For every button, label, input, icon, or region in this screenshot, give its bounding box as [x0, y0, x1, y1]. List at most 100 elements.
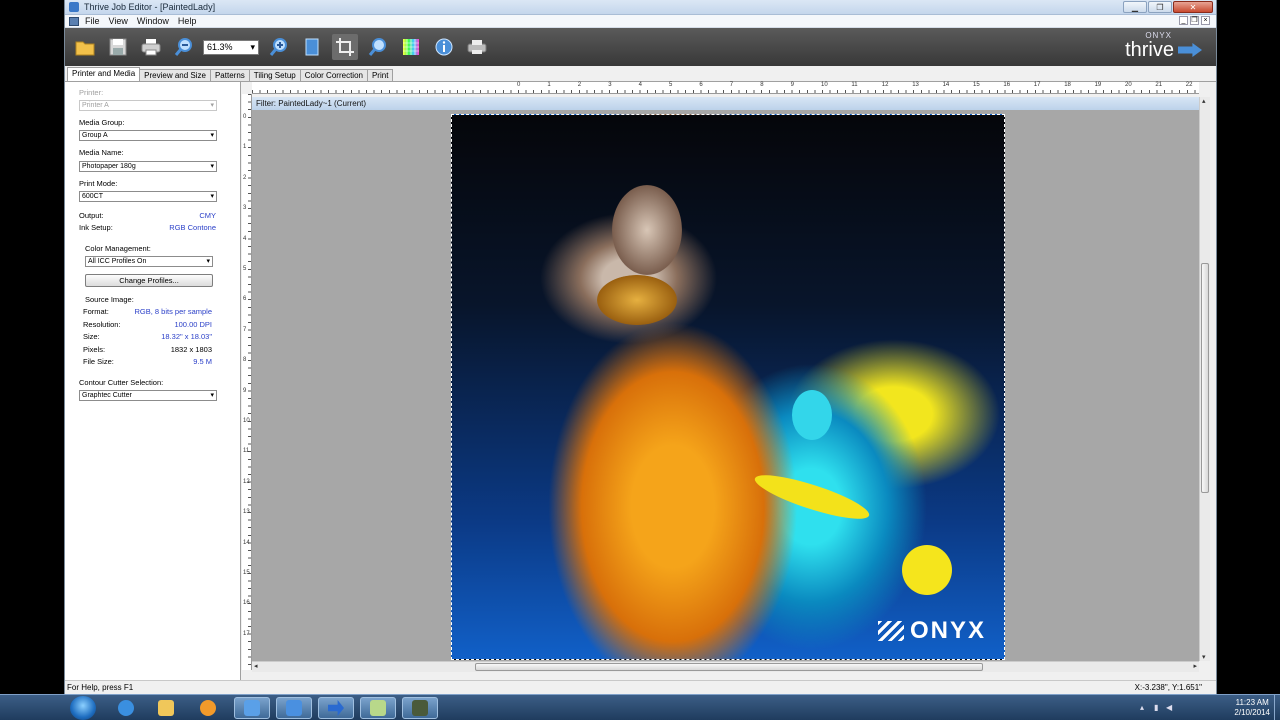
- horizontal-scrollbar[interactable]: ◂ ▸: [252, 661, 1199, 672]
- print-mode-select[interactable]: 600CT: [79, 191, 217, 202]
- change-profiles-button[interactable]: Change Profiles...: [85, 274, 213, 287]
- tab-tiling-setup[interactable]: Tiling Setup: [248, 69, 301, 81]
- printer-label: Printer:: [79, 88, 104, 97]
- file-explorer-icon[interactable]: [148, 697, 184, 719]
- printer-select[interactable]: Printer A: [79, 100, 217, 111]
- output-label: Output:: [79, 211, 104, 220]
- tab-color-correction[interactable]: Color Correction: [299, 69, 368, 81]
- ruler-top-number: 10: [821, 82, 828, 88]
- crop-icon[interactable]: [332, 34, 358, 60]
- document-icon[interactable]: [69, 16, 79, 26]
- ruler-top-number: 0: [517, 82, 521, 88]
- thrive-queue-icon[interactable]: [276, 697, 312, 719]
- scroll-left-icon[interactable]: ◂: [254, 662, 258, 670]
- gold-necklace: [597, 275, 677, 325]
- brand-logo: ONYX thrive: [1125, 31, 1202, 60]
- clock-date: 2/10/2014: [1234, 708, 1270, 717]
- ruler-top-number: 13: [912, 82, 919, 88]
- show-desktop-button[interactable]: [1274, 695, 1280, 720]
- thrive-job-editor-icon[interactable]: [234, 697, 270, 719]
- resolution-label: Resolution:: [83, 320, 121, 329]
- settings-panel: Printer: Printer A Media Group: Group A …: [65, 82, 241, 680]
- internet-explorer-icon[interactable]: [108, 697, 144, 719]
- ruler-left-number: 3: [243, 205, 247, 212]
- close-button[interactable]: ✕: [1173, 1, 1213, 13]
- ruler-left-number: 1: [243, 144, 247, 151]
- doc-close-button[interactable]: ×: [1201, 16, 1210, 25]
- document-controls: _ ❐ ×: [1179, 16, 1210, 25]
- filter-bar: Filter: PaintedLady~1 (Current): [252, 97, 1199, 110]
- ruler-left-number: 16: [243, 600, 250, 607]
- start-button[interactable]: [70, 696, 96, 720]
- printer-queue-icon[interactable]: [464, 34, 490, 60]
- minimize-button[interactable]: ▁: [1123, 1, 1147, 13]
- open-folder-icon[interactable]: [72, 34, 98, 60]
- horizontal-scroll-thumb[interactable]: [475, 663, 983, 671]
- ruler-corner: [242, 82, 252, 94]
- menu-view[interactable]: View: [109, 16, 128, 26]
- network-icon[interactable]: ▮: [1154, 703, 1158, 712]
- zoom-value: 61.3%: [207, 42, 233, 52]
- scroll-right-icon[interactable]: ▸: [1193, 662, 1197, 670]
- tab-preview-and-size[interactable]: Preview and Size: [139, 69, 211, 81]
- menu-file[interactable]: File: [85, 16, 100, 26]
- ruler-left-number: 12: [243, 478, 250, 485]
- ruler-left-number: 5: [243, 266, 247, 272]
- notes-icon[interactable]: [360, 697, 396, 719]
- tab-patterns[interactable]: Patterns: [209, 69, 250, 81]
- cursor-coordinates: X:-3.238", Y:1.651": [1134, 683, 1202, 692]
- vertical-scrollbar[interactable]: ▴ ▾: [1199, 97, 1210, 661]
- ruler-left-number: 6: [243, 296, 247, 303]
- vertical-scroll-thumb[interactable]: [1201, 263, 1209, 493]
- image-canvas[interactable]: ONYX: [252, 110, 1199, 661]
- maximize-button[interactable]: ❐: [1148, 1, 1172, 13]
- source-image-label: Source Image:: [85, 295, 134, 304]
- print-icon[interactable]: [138, 34, 164, 60]
- window-title: Thrive Job Editor - [PaintedLady]: [84, 2, 216, 12]
- page-fit-icon[interactable]: [299, 34, 325, 60]
- ruler-top-number: 15: [973, 82, 980, 88]
- menu-window[interactable]: Window: [137, 16, 169, 26]
- magnifier-icon[interactable]: [365, 34, 391, 60]
- onyx-logo-icon: [877, 621, 904, 641]
- ruler-top-number: 19: [1094, 82, 1102, 88]
- format-label: Format:: [83, 307, 109, 316]
- onyx-arrow-icon[interactable]: [318, 697, 354, 719]
- ruler-top-number: 6: [699, 82, 703, 88]
- media-name-select[interactable]: Photopaper 180g: [79, 161, 217, 172]
- menu-help[interactable]: Help: [178, 16, 197, 26]
- color-management-select[interactable]: All ICC Profiles On: [85, 256, 213, 267]
- toolbar: 61.3% ▾ ONYX thrive: [65, 28, 1216, 66]
- tab-printer-and-media[interactable]: Printer and Media: [67, 67, 141, 81]
- zoom-in-icon[interactable]: [266, 34, 292, 60]
- ruler-top-number: 2: [577, 82, 582, 88]
- format-value: RGB, 8 bits per sample: [134, 307, 212, 316]
- volume-icon[interactable]: ◀: [1166, 703, 1172, 712]
- artwork-image[interactable]: ONYX: [451, 114, 1005, 660]
- tab-print[interactable]: Print: [366, 69, 394, 81]
- portrait-face: [612, 185, 682, 275]
- ruler-top-number: 11: [851, 82, 858, 88]
- ruler-top-number: 18: [1064, 82, 1071, 88]
- clock[interactable]: 11:23 AM 2/10/2014: [1234, 698, 1270, 718]
- ruler-top-number: 20: [1125, 82, 1132, 88]
- ruler-top-number: 12: [881, 82, 889, 88]
- doc-restore-button[interactable]: ❐: [1190, 16, 1199, 25]
- scroll-up-icon[interactable]: ▴: [1202, 97, 1206, 105]
- save-icon[interactable]: [105, 34, 131, 60]
- device-icon[interactable]: [402, 697, 438, 719]
- info-icon[interactable]: [431, 34, 457, 60]
- color-grid-icon[interactable]: [398, 34, 424, 60]
- doc-minimize-button[interactable]: _: [1179, 16, 1188, 25]
- zoom-combo[interactable]: 61.3% ▾: [203, 39, 259, 55]
- ruler-left-number: 2: [243, 174, 247, 181]
- tray-expand-icon[interactable]: ▴: [1140, 703, 1144, 712]
- help-hint: For Help, press F1: [67, 683, 134, 692]
- system-tray: ▴ ▮ ◀ 11:23 AM 2/10/2014: [1140, 695, 1280, 720]
- contour-cutter-select[interactable]: Graphtec Cutter: [79, 390, 217, 401]
- zoom-out-icon[interactable]: [171, 34, 197, 60]
- paint-splash: [902, 545, 952, 595]
- media-player-icon[interactable]: [190, 697, 226, 719]
- scroll-down-icon[interactable]: ▾: [1202, 653, 1206, 661]
- media-group-select[interactable]: Group A: [79, 130, 217, 141]
